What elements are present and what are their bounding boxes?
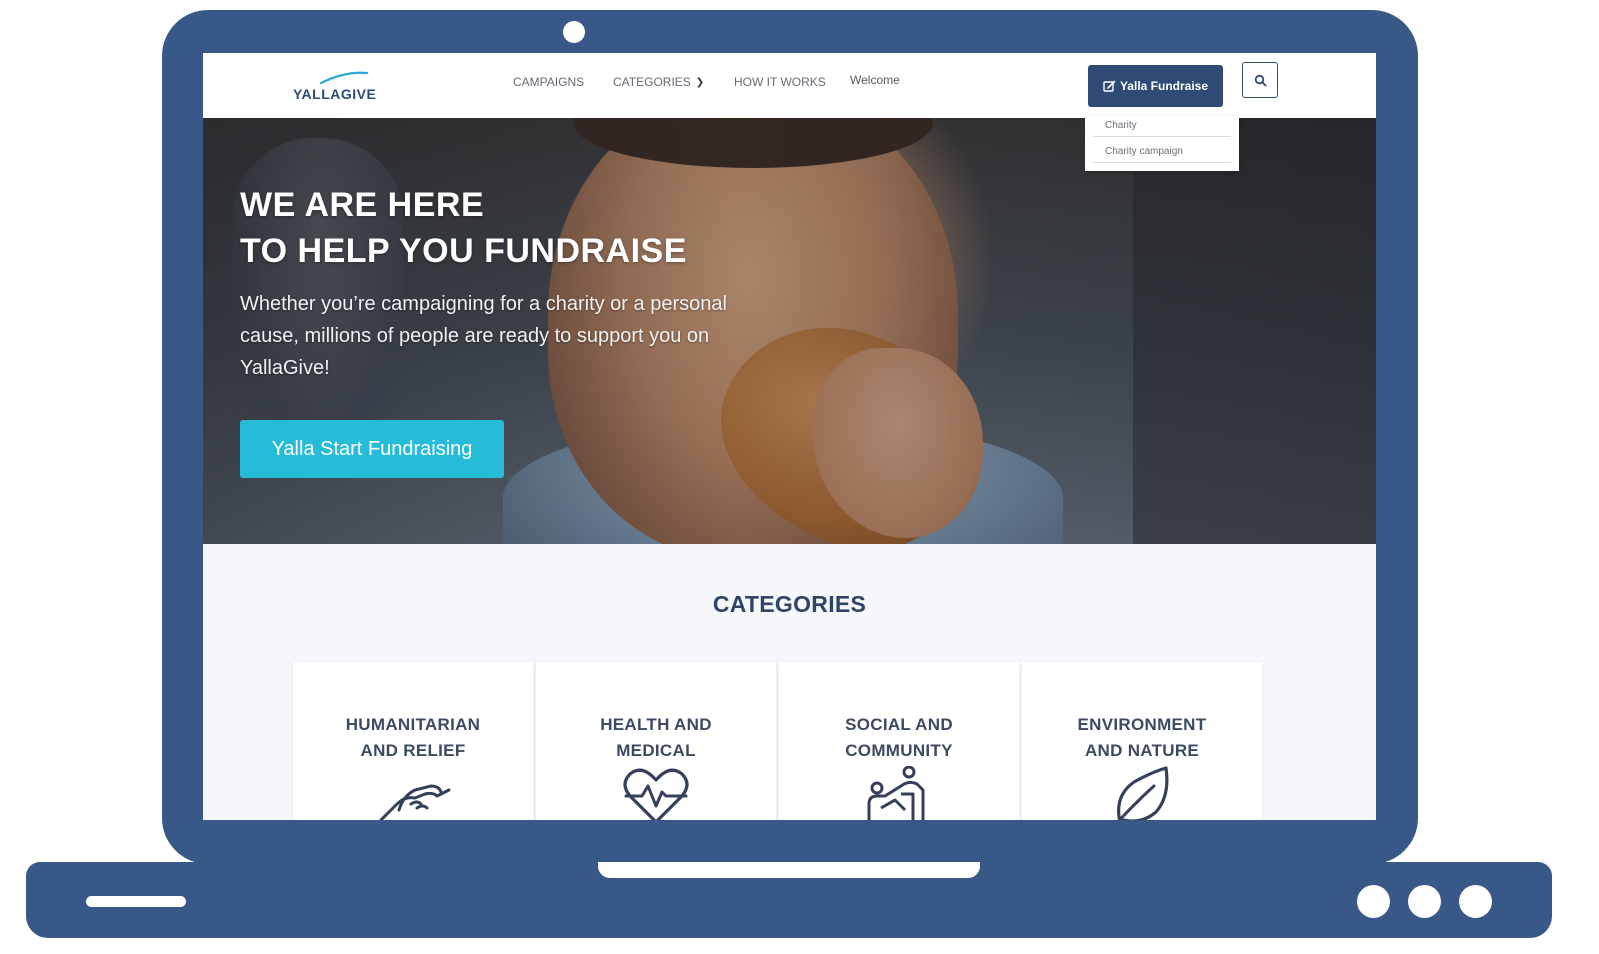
category-title-line: SOCIAL AND: [845, 715, 953, 734]
categories-heading: CATEGORIES: [712, 591, 867, 617]
search-button[interactable]: [1242, 62, 1278, 98]
handshake-icon: [379, 784, 451, 820]
category-card-health[interactable]: HEALTH AND MEDICAL: [536, 662, 776, 820]
leaf-icon: [1117, 766, 1169, 820]
category-card-title: HEALTH AND MEDICAL: [546, 712, 766, 764]
hero-banner: WE ARE HERE TO HELP YOU FUNDRAISE Whethe…: [203, 118, 1376, 544]
edit-icon: [1103, 80, 1116, 92]
dropdown-item-charity[interactable]: Charity: [1093, 120, 1231, 137]
search-icon: [1254, 74, 1266, 86]
nav-link-how-it-works[interactable]: HOW IT WORKS: [734, 75, 826, 89]
chevron-down-icon: ❯: [695, 77, 705, 88]
logo-text: YALLAGIVE: [293, 86, 377, 102]
category-card-title: ENVIRONMENT AND NATURE: [1032, 712, 1252, 764]
laptop-indicator-dot: [1459, 885, 1492, 918]
laptop-screen: YALLAGIVE CAMPAIGNS CATEGORIES ❯ HOW IT W…: [203, 53, 1376, 820]
laptop-base-bar: [86, 896, 186, 907]
category-title-line: HUMANITARIAN: [345, 715, 481, 734]
hero-title-line: WE ARE HERE: [240, 186, 485, 224]
heartbeat-icon: [623, 768, 689, 820]
nav-link-categories-label: CATEGORIES: [613, 75, 691, 89]
nav-link-campaigns[interactable]: CAMPAIGNS: [513, 75, 584, 89]
yalla-fundraise-button[interactable]: Yalla Fundraise: [1088, 65, 1223, 107]
dropdown-item-charity-campaign[interactable]: Charity campaign: [1093, 146, 1231, 163]
laptop-indicator-dot: [1357, 885, 1390, 918]
category-title-line: AND RELIEF: [360, 741, 466, 760]
laptop-notch: [598, 862, 980, 878]
nav-link-categories[interactable]: CATEGORIES ❯: [613, 75, 704, 89]
nav-link-welcome[interactable]: Welcome: [850, 73, 900, 87]
category-title-line: MEDICAL: [616, 741, 696, 760]
category-title-line: HEALTH AND: [600, 715, 712, 734]
fundraise-dropdown-menu: Charity Charity campaign: [1085, 116, 1239, 171]
category-card-title: HUMANITARIAN AND RELIEF: [303, 712, 523, 764]
start-fundraising-button[interactable]: Yalla Start Fundraising: [240, 420, 504, 478]
hero-title: WE ARE HERE TO HELP YOU FUNDRAISE: [240, 182, 687, 274]
category-card-humanitarian[interactable]: HUMANITARIAN AND RELIEF: [293, 662, 533, 820]
laptop-indicator-dot: [1408, 885, 1441, 918]
top-navbar: YALLAGIVE CAMPAIGNS CATEGORIES ❯ HOW IT W…: [203, 53, 1376, 118]
webcam-dot: [563, 21, 585, 43]
hero-subtitle: Whether you’re campaigning for a charity…: [240, 293, 727, 379]
yalla-fundraise-label: Yalla Fundraise: [1119, 79, 1209, 93]
site-logo[interactable]: YALLAGIVE: [293, 69, 383, 105]
community-icon: [867, 766, 925, 820]
category-title-line: ENVIRONMENT: [1077, 715, 1207, 734]
hero-title-line: TO HELP YOU FUNDRAISE: [240, 232, 687, 270]
category-card-social[interactable]: SOCIAL AND COMMUNITY: [779, 662, 1019, 820]
logo-swoosh-icon: [319, 71, 369, 85]
category-title-line: AND NATURE: [1084, 741, 1200, 760]
category-card-title: SOCIAL AND COMMUNITY: [789, 712, 1009, 764]
category-cards: HUMANITARIAN AND RELIEF HEALTH AND MEDIC…: [293, 662, 1266, 820]
category-title-line: COMMUNITY: [845, 741, 953, 760]
category-card-environment[interactable]: ENVIRONMENT AND NATURE: [1022, 662, 1262, 820]
